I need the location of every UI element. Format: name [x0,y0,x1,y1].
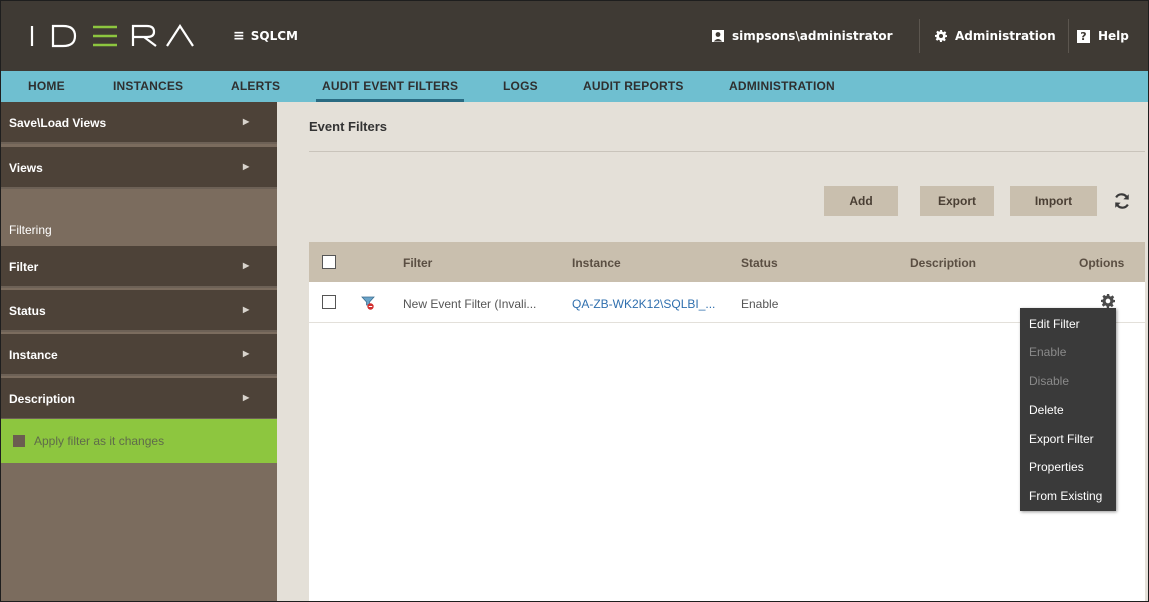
sidebar: Save\Load Views ▶ Views ▶ Filtering Filt… [1,102,277,601]
idera-logo-mark [30,24,194,48]
sidebar-filter-filter[interactable]: Filter ▶ [1,246,277,288]
top-separator [1068,19,1069,53]
chevron-right-icon: ▶ [243,261,250,270]
menu-item-export-filter[interactable]: Export Filter [1029,432,1094,446]
sidebar-item-label: Status [9,304,46,318]
row-checkbox[interactable] [322,295,336,309]
tab-instances[interactable]: INSTANCES [113,71,183,102]
cell-status: Enable [741,297,779,311]
sidebar-item-label: Description [9,392,76,406]
top-separator [919,19,920,53]
app-window: ≡ SQLCM simpsons\administrator Administr… [0,0,1149,602]
hamburger-icon: ≡ [233,28,245,44]
menu-item-properties[interactable]: Properties [1029,460,1084,474]
page-title: Event Filters [309,119,388,134]
top-bar: ≡ SQLCM simpsons\administrator Administr… [1,1,1148,71]
sidebar-save-load-views[interactable]: Save\Load Views ▶ [1,102,277,144]
add-button[interactable]: Add [824,186,898,216]
gear-icon [935,30,947,42]
chevron-right-icon: ▶ [243,117,250,126]
table-header: Filter Instance Status Description Optio… [309,242,1145,282]
help-menu[interactable]: ? Help [1077,24,1129,48]
import-button[interactable]: Import [1010,186,1097,216]
menu-item-enable[interactable]: Enable [1029,345,1066,359]
sidebar-item-label: Filter [9,260,39,274]
cell-instance-link[interactable]: QA-ZB-WK2K12\SQLBI_... [572,297,715,311]
administration-label: Administration [955,29,1056,43]
cell-filter-name[interactable]: New Event Filter (Invali... [403,297,536,311]
tab-alerts[interactable]: ALERTS [231,71,280,102]
title-divider [309,151,1145,152]
help-icon: ? [1077,29,1090,43]
column-header-status[interactable]: Status [741,256,778,270]
chevron-right-icon: ▶ [243,349,250,358]
main-nav: HOME INSTANCES ALERTS AUDIT EVENT FILTER… [1,71,1148,102]
refresh-icon[interactable] [1113,192,1131,210]
apply-filter-checkbox[interactable] [13,435,25,447]
help-label: Help [1098,29,1129,43]
tab-administration[interactable]: ADMINISTRATION [729,71,835,102]
column-header-instance[interactable]: Instance [572,256,621,270]
sidebar-views[interactable]: Views ▶ [1,147,277,189]
sidebar-filter-instance[interactable]: Instance ▶ [1,334,277,376]
export-button[interactable]: Export [920,186,994,216]
sidebar-item-label: Instance [9,348,58,362]
tab-home[interactable]: HOME [28,71,65,102]
user-icon [712,30,724,42]
options-gear-icon[interactable] [1101,294,1115,308]
chevron-right-icon: ▶ [243,162,250,171]
menu-item-from-existing[interactable]: From Existing [1029,489,1102,503]
column-header-filter[interactable]: Filter [403,256,432,270]
tab-audit-reports[interactable]: AUDIT REPORTS [583,71,684,102]
administration-menu[interactable]: Administration [935,24,1056,48]
column-header-description[interactable]: Description [910,256,976,270]
apply-filter-toggle[interactable]: Apply filter as it changes [1,419,277,463]
sidebar-filter-status[interactable]: Status ▶ [1,290,277,332]
user-menu[interactable]: simpsons\administrator [712,24,893,48]
menu-item-edit-filter[interactable]: Edit Filter [1029,317,1080,331]
tab-logs[interactable]: LOGS [503,71,538,102]
column-header-options: Options [1079,256,1125,270]
user-name: simpsons\administrator [732,29,893,43]
sidebar-filter-description[interactable]: Description ▶ [1,378,277,420]
options-context-menu: Edit Filter Enable Disable Delete Export… [1020,308,1116,511]
chevron-right-icon: ▶ [243,393,250,402]
menu-item-disable[interactable]: Disable [1029,374,1069,388]
product-name: SQLCM [250,29,298,43]
sidebar-item-label: Save\Load Views [9,116,107,130]
menu-item-delete[interactable]: Delete [1029,403,1064,417]
filtering-heading: Filtering [9,223,52,237]
chevron-right-icon: ▶ [243,305,250,314]
idera-logo[interactable] [29,19,195,53]
select-all-checkbox[interactable] [322,255,336,269]
apply-filter-label: Apply filter as it changes [34,434,165,448]
invalid-filter-icon [361,296,375,310]
sidebar-item-label: Views [9,161,43,175]
product-menu-button[interactable]: ≡ SQLCM [233,26,298,46]
tab-audit-event-filters[interactable]: AUDIT EVENT FILTERS [315,71,465,102]
